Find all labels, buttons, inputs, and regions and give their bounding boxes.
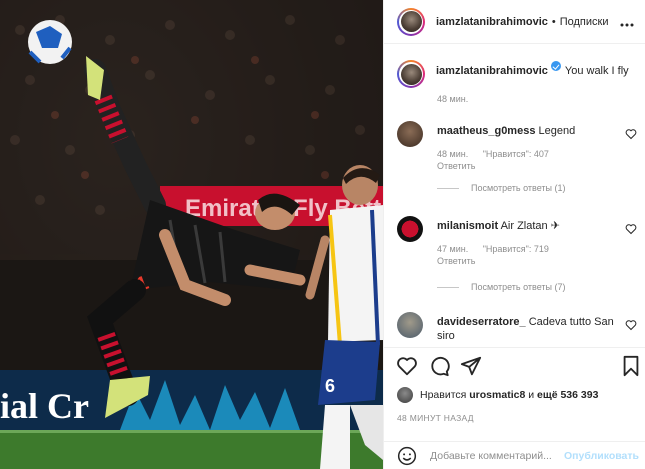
view-replies-label[interactable]: Посмотреть ответы (7) xyxy=(471,282,566,292)
post-caption: iamzlatanibrahimovic You walk I fly 48 м… xyxy=(397,60,637,104)
view-replies-button[interactable]: Посмотреть ответы (7) xyxy=(437,282,566,292)
comment-heart-icon[interactable] xyxy=(625,128,637,140)
comment-heart-icon[interactable] xyxy=(625,319,637,331)
liker-username[interactable]: urosmatic8 xyxy=(469,389,525,401)
banner-text: ial Cr xyxy=(0,386,89,426)
verified-badge-icon xyxy=(550,61,561,71)
likes-prefix: Нравится xyxy=(420,389,467,401)
comment-input[interactable] xyxy=(430,449,580,462)
add-comment-bar: Опубликовать xyxy=(384,441,645,469)
commenter-avatar[interactable] xyxy=(397,121,423,147)
author-username[interactable]: iamzlatanibrahimovic xyxy=(436,16,548,28)
instagram-post-window: Emirates Fly Better ial Cr 11 xyxy=(0,0,645,469)
comment-text: Air Zlatan ✈ xyxy=(500,220,560,232)
view-replies-label[interactable]: Посмотреть ответы (1) xyxy=(471,183,566,193)
view-replies-button[interactable]: Посмотреть ответы (1) xyxy=(437,183,566,193)
more-horizontal-icon[interactable] xyxy=(620,14,634,30)
caption-time[interactable]: 48 мин. xyxy=(437,94,637,104)
likes-summary[interactable]: Нравится urosmatic8 и ещё 536 393 xyxy=(397,387,598,403)
author-avatar[interactable] xyxy=(397,7,425,36)
caption-avatar[interactable] xyxy=(397,60,425,88)
commenter-avatar[interactable] xyxy=(397,216,423,242)
post-actions-bar xyxy=(384,347,645,387)
comment-username[interactable]: milanismoit xyxy=(437,220,498,232)
heart-icon[interactable] xyxy=(396,355,418,377)
post-header: iamzlatanibrahimovic • Подписки xyxy=(384,0,645,44)
reply-button[interactable]: Ответить xyxy=(437,256,475,266)
paper-plane-icon[interactable] xyxy=(460,355,482,377)
post-timestamp[interactable]: 48 МИНУТ НАЗАД xyxy=(397,413,474,423)
opponent-number: 6 xyxy=(325,376,335,396)
comment-text: Legend xyxy=(538,125,576,137)
caption-username[interactable]: iamzlatanibrahimovic xyxy=(436,65,548,77)
post-side-panel: iamzlatanibrahimovic • Подписки iamzlata… xyxy=(383,0,645,469)
caption-text: You walk I fly xyxy=(564,65,629,77)
likes-count[interactable]: ещё 536 393 xyxy=(537,389,598,401)
bicycle-kick-image: Emirates Fly Better ial Cr 11 xyxy=(0,0,383,469)
reply-button[interactable]: Ответить xyxy=(437,161,475,171)
comment-time[interactable]: 48 мин. xyxy=(437,149,468,159)
comment-username[interactable]: maatheus_g0mess xyxy=(437,125,535,137)
post-comment-button[interactable]: Опубликовать xyxy=(564,450,639,462)
liker-avatar[interactable] xyxy=(397,387,413,403)
likes-middle: и xyxy=(528,389,535,401)
comment-icon[interactable] xyxy=(428,355,450,377)
comment-time[interactable]: 47 мин. xyxy=(437,244,468,254)
bookmark-icon[interactable] xyxy=(620,355,642,377)
comment-username[interactable]: davideserratore_ xyxy=(437,316,526,328)
post-photo[interactable]: Emirates Fly Better ial Cr 11 xyxy=(0,0,383,469)
comment-likes[interactable]: "Нравится": 407 xyxy=(483,149,549,159)
commenter-avatar[interactable] xyxy=(397,312,423,338)
comments-list[interactable]: iamzlatanibrahimovic You walk I fly 48 м… xyxy=(384,44,645,347)
following-button[interactable]: Подписки xyxy=(560,16,609,28)
header-separator: • xyxy=(551,15,556,28)
comment-heart-icon[interactable] xyxy=(625,223,637,235)
comment-likes[interactable]: "Нравится": 719 xyxy=(483,244,549,254)
emoji-icon[interactable] xyxy=(397,446,417,466)
